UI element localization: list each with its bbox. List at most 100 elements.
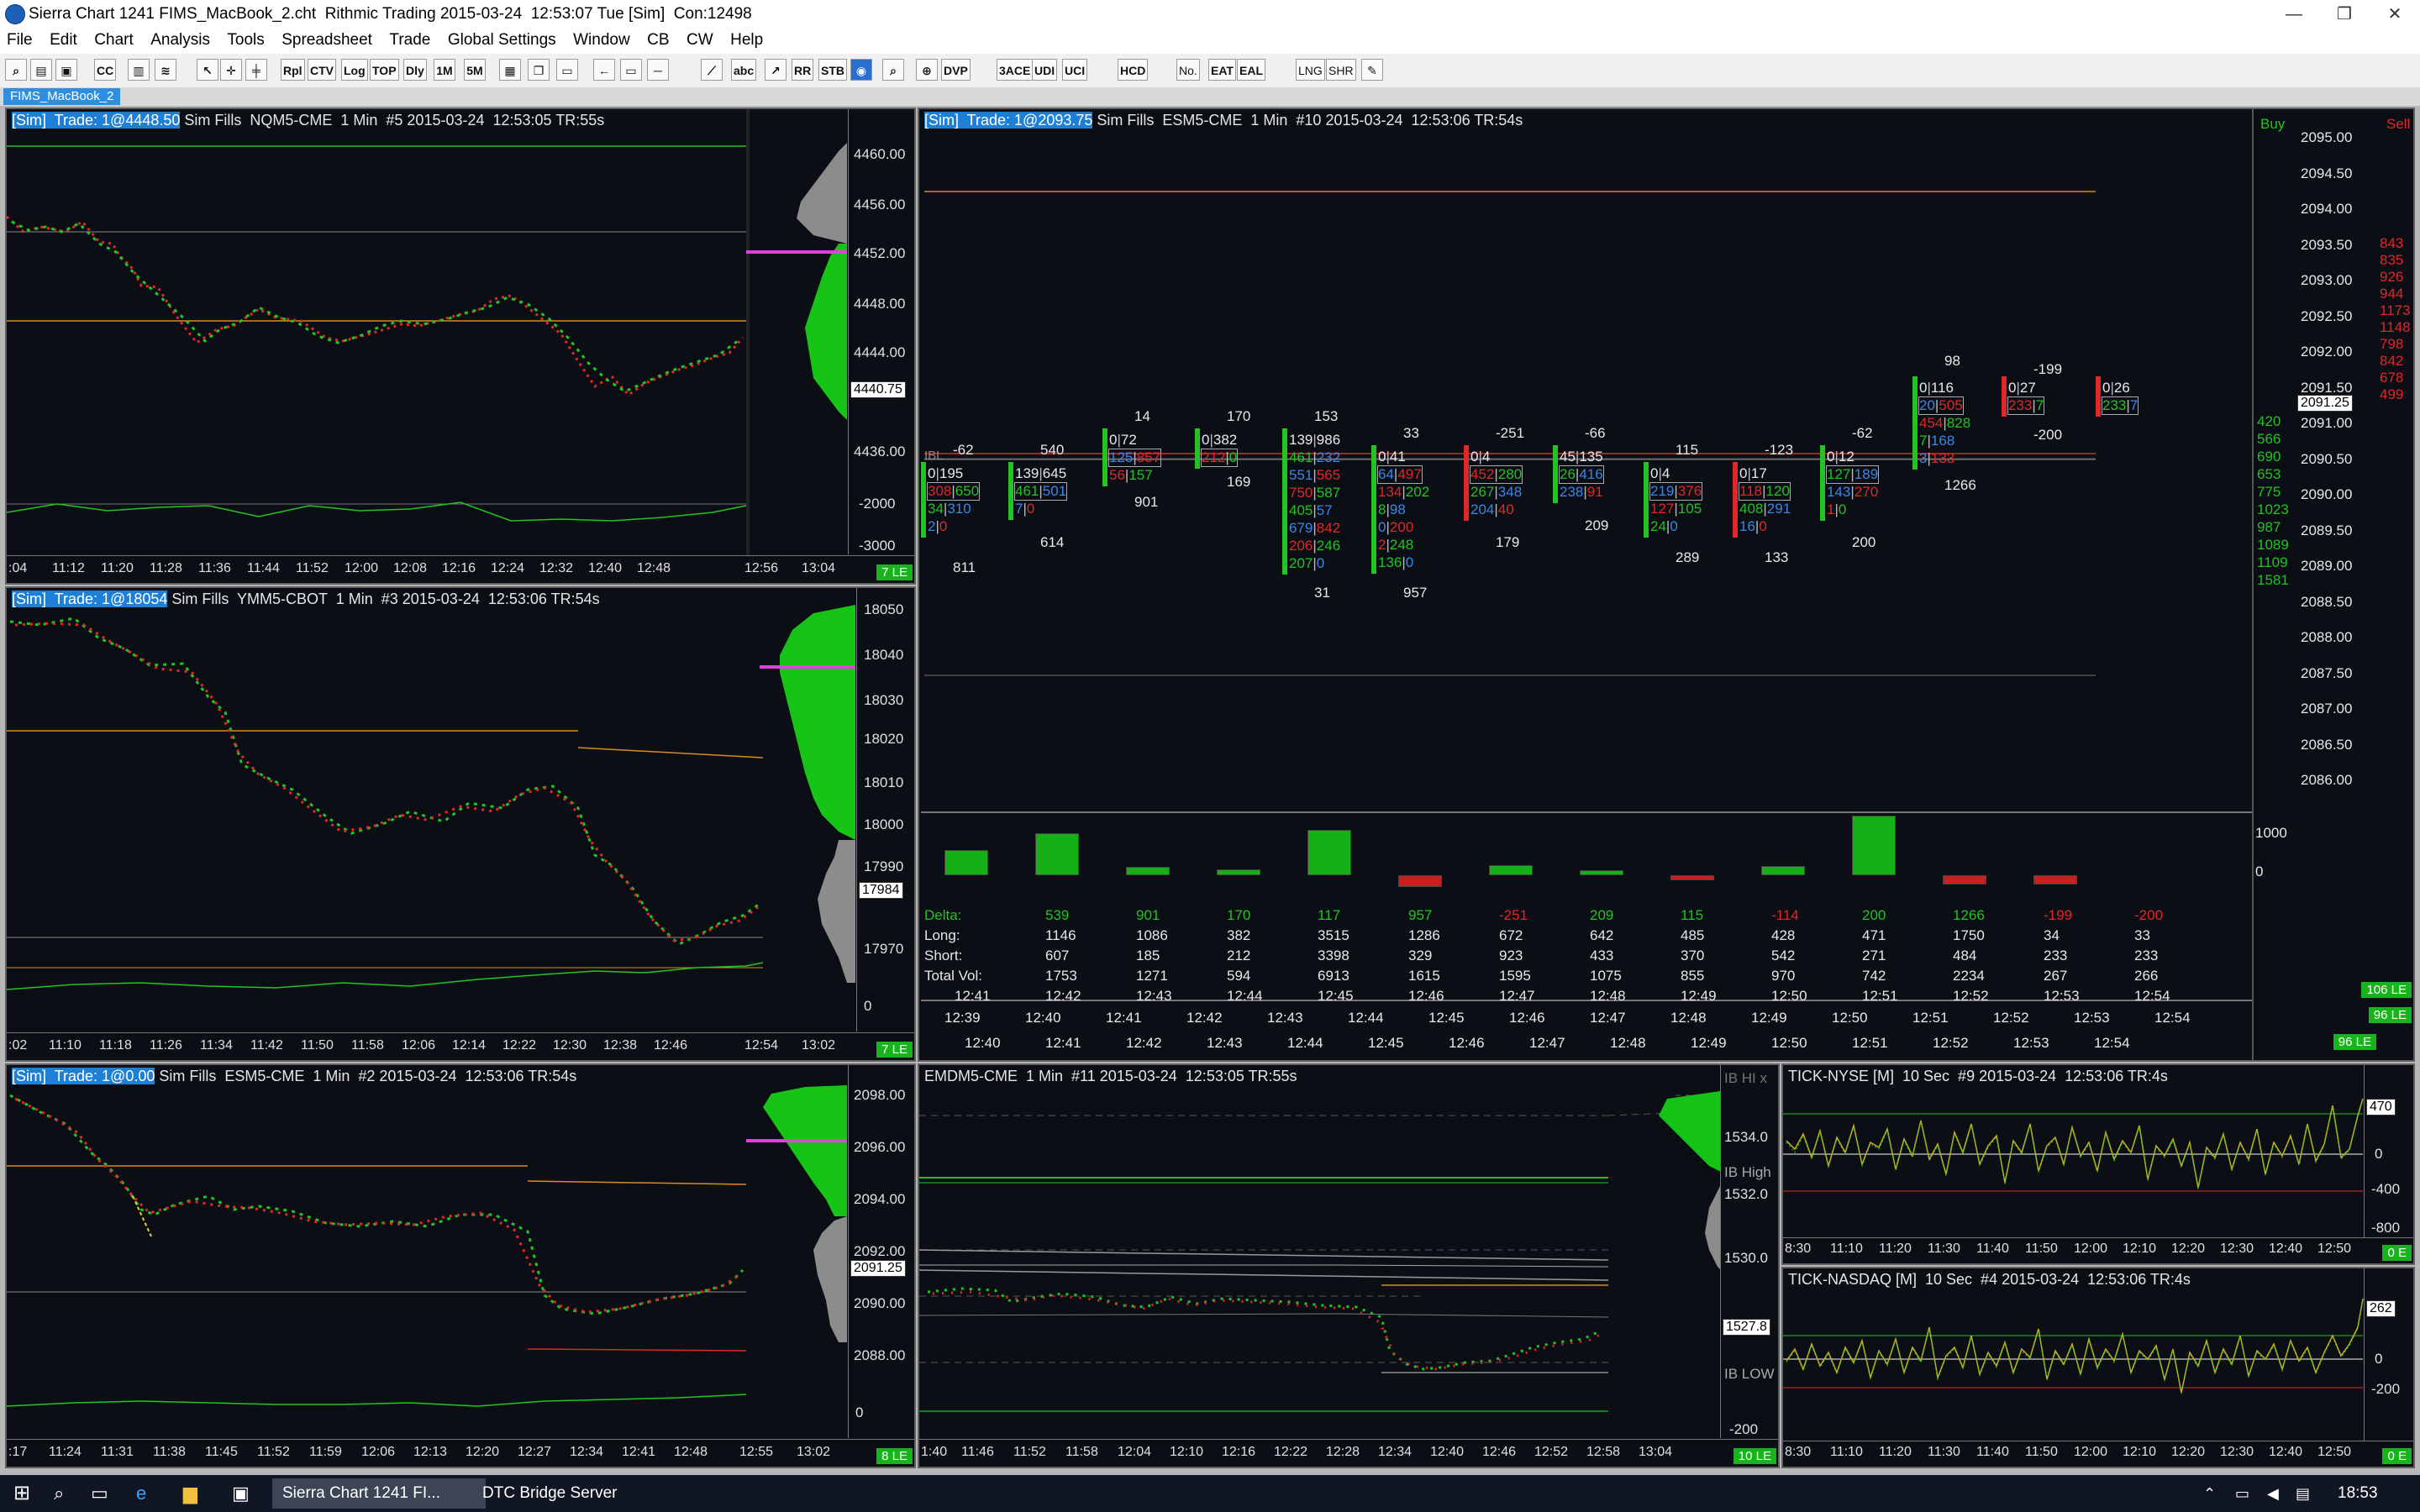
notifications-icon[interactable]: ▤ — [2286, 1478, 2320, 1509]
menu-global-settings[interactable]: Global Settings — [448, 29, 556, 50]
chart-emd-ib-high-label: IB High — [1724, 1164, 1771, 1180]
chart-emd-x-label: 12:40 — [1430, 1445, 1465, 1459]
toolbar-eat-button[interactable]: EAT — [1208, 59, 1236, 81]
footprint-cell: 134|202 — [1378, 484, 1429, 501]
store-icon[interactable]: ▣ — [222, 1478, 260, 1509]
volume-icon[interactable]: ◀ — [2257, 1478, 2289, 1509]
footprint-top-label: -66 — [1585, 425, 1606, 441]
footprint-y-label: 2091.50 — [2301, 379, 2353, 396]
toolbar-shr-button[interactable]: SHR — [1326, 59, 1356, 81]
network-icon[interactable]: ▭ — [2225, 1478, 2260, 1509]
chart-nq-panel[interactable]: [Sim] Trade: 1@4448.50 Sim Fills NQM5-CM… — [5, 108, 916, 585]
toolbar-abc-button[interactable]: abc — [731, 59, 757, 81]
footprint-ask-volume: 232 — [1316, 449, 1341, 465]
tick-nasdaq-panel[interactable]: TICK-NASDAQ [M] 10 Sec #4 2015-03-24 12:… — [1781, 1267, 2415, 1468]
menu-window[interactable]: Window — [573, 29, 630, 50]
menu-cw[interactable]: CW — [687, 29, 713, 50]
tick-nasdaq-x-label: 12:40 — [2269, 1445, 2303, 1459]
menu-chart[interactable]: Chart — [94, 29, 133, 50]
clock[interactable]: 18:53 — [2328, 1478, 2388, 1509]
zoom-icon[interactable]: ⌕ — [5, 59, 27, 81]
toolbar-top-button[interactable]: TOP — [370, 59, 399, 81]
toolbar-cc-button[interactable]: CC — [94, 59, 117, 81]
taskbar-app-dtc-bridge[interactable]: DTC Bridge Server — [472, 1478, 686, 1509]
chart-icon[interactable]: ▥ — [128, 59, 150, 81]
cursor-icon[interactable]: ╪ — [245, 59, 267, 81]
grid-icon[interactable]: ▦ — [499, 59, 521, 81]
footprint-stats-value: 6913 — [1318, 968, 1349, 984]
menu-help[interactable]: Help — [730, 29, 763, 50]
toolbar-eal-button[interactable]: EAL — [1237, 59, 1265, 81]
task-view-icon[interactable]: ▭ — [81, 1478, 118, 1509]
tray-expand-icon[interactable]: ⌃ — [2193, 1478, 2226, 1509]
footprint-cell: 551|565 — [1289, 467, 1340, 484]
toolbar-dly-button[interactable]: Dly — [403, 59, 427, 81]
menu-trade[interactable]: Trade — [389, 29, 430, 50]
chartbook-tab[interactable]: FIMS_MacBook_2 — [3, 88, 121, 105]
chart-es-panel[interactable]: [Sim] Trade: 1@0.00 Sim Fills ESM5-CME 1… — [5, 1063, 916, 1468]
hline-icon[interactable]: ─ — [647, 59, 669, 81]
toolbar-rr-button[interactable]: RR — [792, 59, 814, 81]
minimize-button[interactable]: — — [2269, 0, 2319, 29]
footprint-bid-volume: 219 — [1650, 483, 1675, 499]
arrow-icon[interactable]: ↗ — [765, 59, 786, 81]
paste-icon[interactable]: ▭ — [556, 59, 578, 81]
open-icon[interactable]: ▤ — [30, 59, 52, 81]
footprint-x-label: 12:54 — [2094, 1035, 2130, 1051]
menu-analysis[interactable]: Analysis — [150, 29, 210, 50]
footprint-cell: 26|416 — [1559, 465, 1604, 484]
draw-icon[interactable]: ✎ — [1361, 59, 1383, 81]
chart-ym-x-label: 11:26 — [150, 1038, 182, 1053]
footprint-cell: 7|0 — [1015, 501, 1034, 517]
chart-ym-panel[interactable]: [Sim] Trade: 1@18054 Sim Fills YMM5-CBOT… — [5, 586, 916, 1062]
globe-icon[interactable]: ◉ — [850, 59, 872, 81]
toolbar-lng-button[interactable]: LNG — [1296, 59, 1325, 81]
footprint-cell: 127|105 — [1650, 501, 1702, 517]
toolbar-3ace-button[interactable]: 3ACE — [997, 59, 1034, 81]
rectangle-icon[interactable]: ▭ — [620, 59, 642, 81]
copy-icon[interactable]: ❐ — [528, 59, 550, 81]
magnify-icon[interactable]: ⌕ — [882, 59, 904, 81]
footprint-panel[interactable]: [Sim] Trade: 1@2093.75 Sim Fills ESM5-CM… — [918, 108, 2415, 1062]
toolbar-log-button[interactable]: Log — [341, 59, 368, 81]
footprint-stats-value: 267 — [2044, 968, 2068, 984]
save-icon[interactable]: ▣ — [55, 59, 77, 81]
toolbar-rpl-button[interactable]: Rpl — [281, 59, 305, 81]
toolbar-1m-button[interactable]: 1M — [434, 59, 455, 81]
footprint-cell: 408|291 — [1739, 501, 1791, 517]
line-left-icon[interactable]: ← — [593, 59, 615, 81]
toolbar-5m-button[interactable]: 5M — [464, 59, 486, 81]
footprint-ask-volume: 41 — [1389, 449, 1406, 465]
close-button[interactable]: ✕ — [2370, 0, 2420, 29]
toolbar-dvp-button[interactable]: DVP — [941, 59, 971, 81]
tick-nyse-panel[interactable]: TICK-NYSE [M] 10 Sec #9 2015-03-24 12:53… — [1781, 1063, 2415, 1265]
search-icon[interactable]: ⌕ — [44, 1478, 74, 1509]
menu-cb[interactable]: CB — [647, 29, 669, 50]
toolbar-stb-button[interactable]: STB — [818, 59, 847, 81]
footprint-ask-volume: 135 — [1579, 449, 1603, 465]
chart-emd-panel[interactable]: EMDM5-CME 1 Min #11 2015-03-24 12:53:05 … — [918, 1063, 1780, 1468]
chart-emd-x-axis: 1:40 11:46 11:52 11:58 12:04 12:10 12:16… — [919, 1439, 1778, 1467]
menu-tools[interactable]: Tools — [227, 29, 264, 50]
file-explorer-icon[interactable]: ▆ — [173, 1478, 208, 1509]
chart-es-y-label: 0 — [855, 1404, 864, 1420]
restore-button[interactable]: ❐ — [2319, 0, 2370, 29]
toolbar-uci-button[interactable]: UCI — [1062, 59, 1088, 81]
menu-edit[interactable]: Edit — [50, 29, 77, 50]
fan-icon[interactable]: ≋ — [155, 59, 176, 81]
footprint-sell-value: 678 — [2380, 370, 2404, 386]
menu-spreadsheet[interactable]: Spreadsheet — [281, 29, 372, 50]
toolbar-hcd-button[interactable]: HCD — [1118, 59, 1149, 81]
ray-icon[interactable]: ⟋ — [701, 59, 723, 81]
crosshair-icon[interactable]: ✛ — [220, 59, 242, 81]
toolbar-ctv-button[interactable]: CTV — [308, 59, 336, 81]
toolbar-udi-button[interactable]: UDI — [1032, 59, 1058, 81]
footprint-bid-volume: 26 — [1560, 466, 1576, 482]
footprint-ask-volume: 0 — [1316, 555, 1325, 571]
search-icon[interactable]: ⊕ — [916, 59, 938, 81]
taskbar-app-sierra-chart[interactable]: Sierra Chart 1241 FI... — [272, 1478, 486, 1509]
menu-file[interactable]: File — [7, 29, 33, 50]
edge-browser-icon[interactable]: e — [126, 1478, 156, 1509]
pointer-icon[interactable]: ↖ — [197, 59, 218, 81]
toolbar-no-button[interactable]: No. — [1176, 59, 1200, 81]
